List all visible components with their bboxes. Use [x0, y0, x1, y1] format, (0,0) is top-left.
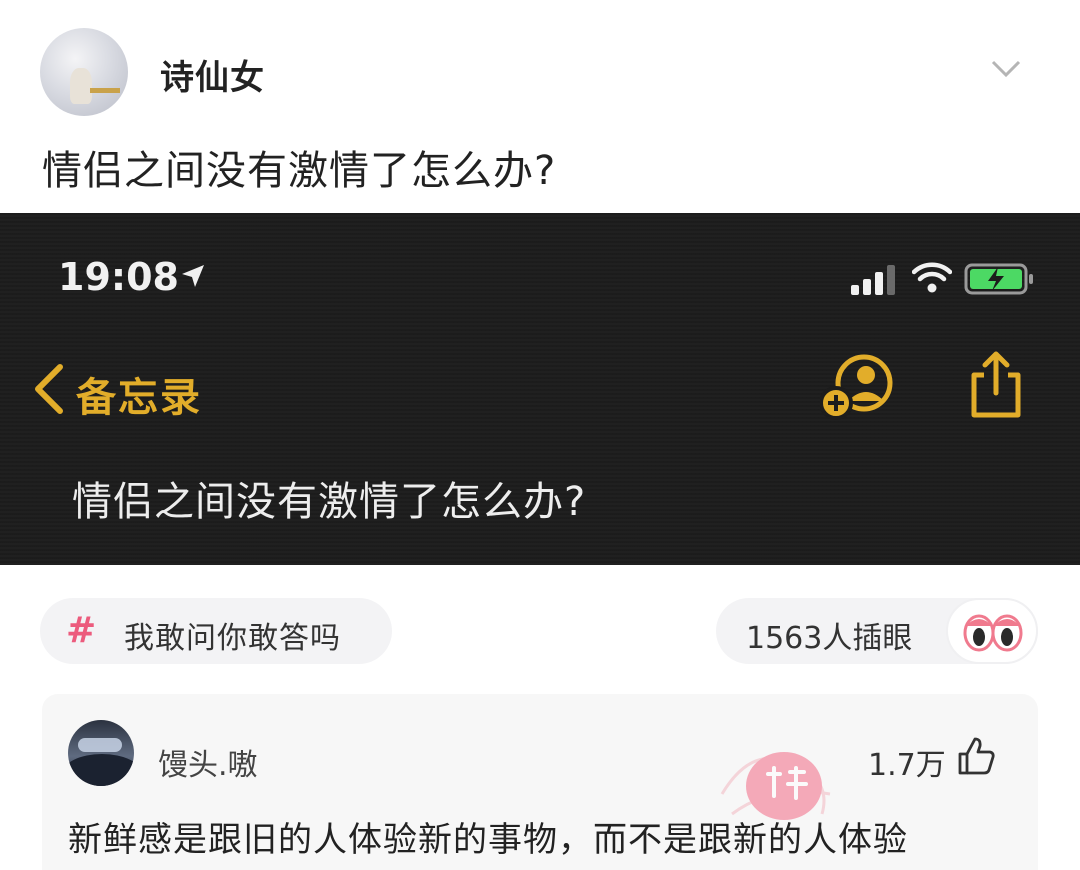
watch-button[interactable]	[946, 598, 1038, 664]
author-avatar[interactable]	[40, 28, 128, 116]
watch-count-pill: 1563人插眼	[716, 598, 1038, 664]
wifi-icon	[912, 262, 952, 293]
post-header: 诗仙女	[0, 0, 1080, 130]
comment-text: 新鲜感是跟旧的人体验新的事物，而不是跟新的人体验	[68, 820, 908, 860]
back-chevron-icon[interactable]	[30, 363, 66, 415]
battery-charging-icon	[964, 263, 1033, 295]
author-name[interactable]: 诗仙女	[160, 50, 265, 99]
thumbs-up-icon[interactable]	[956, 736, 996, 776]
eyes-icon	[963, 614, 1023, 652]
watch-count: 1563人插眼	[746, 621, 913, 656]
avatar-cloud	[78, 738, 122, 752]
location-arrow-icon	[182, 265, 204, 287]
chevron-down-icon[interactable]	[990, 58, 1022, 80]
topic-tag[interactable]: # 我敢问你敢答吗	[40, 598, 392, 664]
avatar-figure	[70, 68, 92, 104]
back-button-label[interactable]: 备忘录	[76, 365, 202, 423]
topic-label: 我敢问你敢答吗	[124, 621, 341, 656]
cellular-signal-icon	[851, 265, 895, 295]
commenter-avatar[interactable]	[68, 720, 134, 786]
add-person-icon[interactable]	[820, 351, 900, 423]
hashtag-icon: #	[66, 610, 97, 651]
note-title: 情侣之间没有激情了怎么办?	[72, 479, 587, 525]
status-time: 19:08	[58, 255, 179, 299]
post-question: 情侣之间没有激情了怎么办?	[42, 148, 557, 194]
avatar-rail	[90, 88, 120, 93]
share-icon[interactable]	[966, 349, 1026, 421]
commenter-name[interactable]: 馒头.嗷	[158, 740, 258, 784]
embedded-notes-screenshot: 19:08 备忘录 情侣之间没有激情了怎么办?	[0, 213, 1080, 565]
top-comment[interactable]: 馒头.嗷 1.7万 新鲜感是跟旧的人体验新的事物，而不是跟新的人体验	[42, 694, 1038, 870]
avatar-hill	[68, 754, 134, 786]
like-count: 1.7万	[868, 748, 946, 783]
